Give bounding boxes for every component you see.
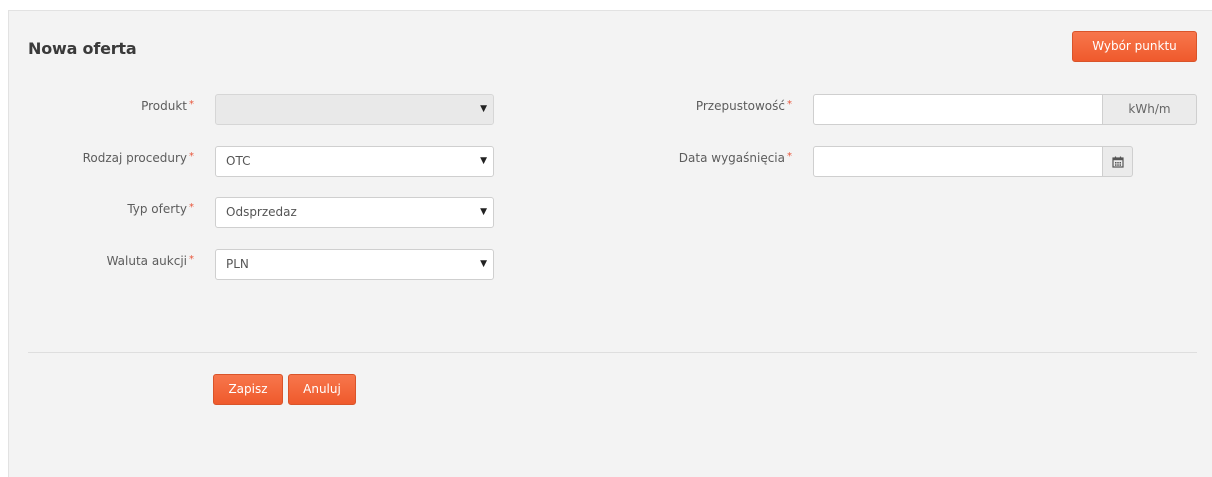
cancel-button[interactable]: Anuluj [288,374,356,405]
currency-select[interactable]: PLN ▼ [215,249,494,280]
required-marker: * [189,202,194,213]
expiry-date-label-text: Data wygaśnięcia [678,151,785,165]
triangle-down-icon: ▼ [480,104,487,114]
page-title: Nowa oferta [28,39,137,58]
procedure-label: Rodzaj procedury * [83,151,194,165]
offer-type-label-text: Typ oferty [127,202,187,216]
required-marker: * [189,99,194,110]
procedure-label-text: Rodzaj procedury [82,151,187,165]
required-marker: * [189,254,194,265]
calendar-icon [1111,156,1124,168]
capacity-label-text: Przepustowość [695,99,785,113]
expiry-date-input[interactable] [813,146,1103,177]
triangle-down-icon: ▼ [480,259,487,269]
procedure-select[interactable]: OTC ▼ [215,146,494,177]
capacity-unit: kWh/m [1103,94,1197,125]
currency-label: Waluta aukcji * [107,254,194,268]
offer-form-panel: Nowa oferta Wybór punktu Produkt * ▼ Rodz… [8,10,1212,477]
required-marker: * [189,151,194,162]
product-label: Produkt * [141,99,194,113]
product-select[interactable]: ▼ [215,94,494,125]
required-marker: * [787,99,792,110]
currency-select-value: PLN [226,257,249,271]
capacity-label: Przepustowość * [696,99,792,113]
offer-type-select-value: Odsprzedaz [226,205,297,219]
expiry-date-label: Data wygaśnięcia * [679,151,792,165]
save-button[interactable]: Zapisz [213,374,283,405]
procedure-select-value: OTC [226,154,251,168]
capacity-input[interactable] [813,94,1103,125]
required-marker: * [787,151,792,162]
triangle-down-icon: ▼ [480,156,487,166]
form-divider [28,352,1197,353]
offer-type-label: Typ oferty * [127,202,194,216]
currency-label-text: Waluta aukcji [106,254,187,268]
select-point-button[interactable]: Wybór punktu [1072,31,1197,62]
offer-type-select[interactable]: Odsprzedaz ▼ [215,197,494,228]
product-label-text: Produkt [141,99,187,113]
triangle-down-icon: ▼ [480,207,487,217]
calendar-button[interactable] [1103,146,1133,177]
